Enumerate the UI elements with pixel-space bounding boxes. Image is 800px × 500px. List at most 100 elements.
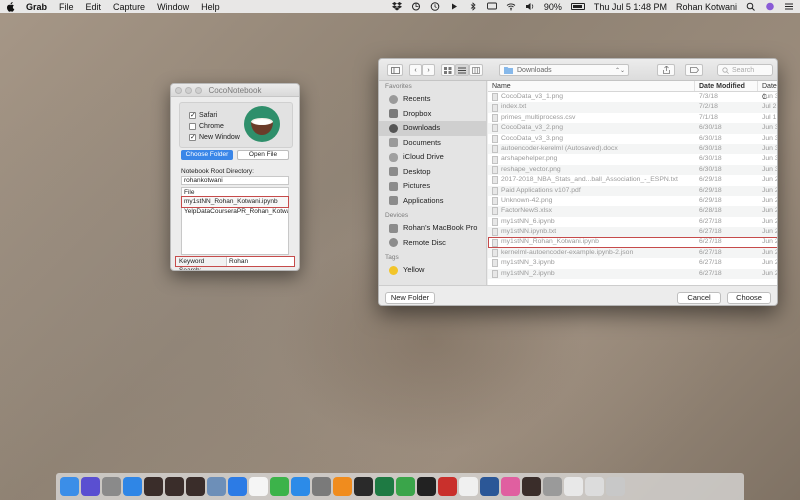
list-item[interactable]: my1stNN_Rohan_Kotwani.ipynb bbox=[181, 196, 289, 208]
menu-window[interactable]: Window bbox=[157, 2, 189, 12]
chrome-checkbox[interactable]: Chrome bbox=[189, 123, 224, 130]
list-view-icon[interactable] bbox=[455, 64, 469, 76]
dock-launchpad-icon[interactable] bbox=[102, 477, 121, 496]
new-window-checkbox[interactable]: ✓ New Window bbox=[189, 134, 240, 141]
choose-button[interactable]: Choose bbox=[727, 292, 771, 304]
keyword-search-input[interactable]: Rohan bbox=[226, 257, 294, 266]
table-row[interactable]: Unknown-42.png 6/29/18 Jun 29 bbox=[488, 196, 777, 206]
dock-activity-monitor-icon[interactable] bbox=[417, 477, 436, 496]
cancel-button[interactable]: Cancel bbox=[677, 292, 721, 304]
dock-siri-icon[interactable] bbox=[81, 477, 100, 496]
table-row[interactable]: CocoData_v3_1.png 7/3/18 Jun 30 bbox=[488, 92, 777, 102]
dock-acrobat-icon[interactable] bbox=[438, 477, 457, 496]
icon-view-icon[interactable] bbox=[441, 64, 455, 76]
dock-anaconda-icon[interactable] bbox=[396, 477, 415, 496]
sidebar-item-pictures[interactable]: Pictures bbox=[379, 179, 486, 194]
play-icon[interactable] bbox=[449, 2, 459, 11]
dock-messages-icon[interactable] bbox=[228, 477, 247, 496]
dropbox-status-icon[interactable] bbox=[391, 2, 402, 11]
clock[interactable]: Thu Jul 5 1:48 PM bbox=[594, 2, 667, 12]
dock-finder-icon[interactable] bbox=[60, 477, 79, 496]
dock-documents-icon[interactable] bbox=[564, 477, 583, 496]
wifi-icon[interactable] bbox=[506, 2, 516, 11]
sidebar-item-icloud[interactable]: iCloud Drive bbox=[379, 150, 486, 165]
table-row[interactable]: 2017-2018_NBA_Stats_and...ball_Associati… bbox=[488, 175, 777, 185]
new-folder-button[interactable]: New Folder bbox=[385, 292, 435, 304]
menu-app-name[interactable]: Grab bbox=[26, 2, 47, 12]
dock-grab-icon[interactable] bbox=[543, 477, 562, 496]
dock-facetime-icon[interactable] bbox=[270, 477, 289, 496]
minimize-window-button[interactable] bbox=[185, 87, 192, 94]
battery-icon[interactable] bbox=[570, 3, 585, 10]
search-field[interactable]: Search bbox=[717, 64, 773, 76]
date-modified-column-header[interactable]: Date Modified bbox=[695, 81, 758, 91]
table-row[interactable]: primes_multiprocess.csv 7/1/18 Jul 1, bbox=[488, 113, 777, 123]
sidebar-toggle-button[interactable] bbox=[387, 64, 403, 76]
dock-word-icon[interactable] bbox=[480, 477, 499, 496]
table-row[interactable]: arshapehelper.png 6/30/18 Jun 30 bbox=[488, 154, 777, 164]
menu-help[interactable]: Help bbox=[201, 2, 220, 12]
root-directory-field[interactable]: rohankotwani bbox=[181, 176, 289, 185]
display-mirror-icon[interactable] bbox=[486, 2, 497, 11]
notification-center-icon[interactable] bbox=[784, 2, 794, 11]
dock-mail-icon[interactable] bbox=[585, 477, 604, 496]
dock-preview-icon[interactable] bbox=[207, 477, 226, 496]
name-column-header[interactable]: Name bbox=[488, 81, 695, 91]
list-item[interactable]: YelpDataCourseraPR_Rohan_Kotwani.ipynb bbox=[182, 207, 288, 217]
table-row[interactable]: reshape_vector.png 6/30/18 Jun 30 bbox=[488, 164, 777, 176]
table-row[interactable]: index.txt 7/2/18 Jul 2, bbox=[488, 102, 777, 113]
table-row[interactable]: my1stNN_3.ipynb 6/27/18 Jun 27 bbox=[488, 258, 777, 268]
table-row[interactable]: kernelml-autoencoder-example.ipynb-2.jso… bbox=[488, 247, 777, 259]
table-row[interactable]: CocoData_v3_3.png 6/30/18 Jun 30 bbox=[488, 134, 777, 144]
sidebar-item-remote-disc[interactable]: Remote Disc bbox=[379, 236, 486, 251]
zoom-window-button[interactable] bbox=[195, 87, 202, 94]
table-row[interactable]: my1stNN_2.ipynb 6/27/18 Jun 27 bbox=[488, 268, 777, 280]
menu-capture[interactable]: Capture bbox=[113, 2, 145, 12]
volume-icon[interactable] bbox=[525, 2, 535, 11]
search-icon[interactable] bbox=[746, 2, 756, 11]
table-row[interactable]: FactorNewS.xlsx 6/28/18 Jun 28 bbox=[488, 206, 777, 217]
sidebar-item-documents[interactable]: Documents bbox=[379, 136, 486, 151]
dock-vlc-icon[interactable] bbox=[333, 477, 352, 496]
notebook-file-list[interactable]: File my1stNN_Rohan_Kotwani.ipynb YelpDat… bbox=[181, 187, 289, 255]
dock-excel-icon[interactable] bbox=[375, 477, 394, 496]
battery-percent[interactable]: 90% bbox=[544, 2, 562, 12]
sidebar-item-macbook[interactable]: Rohan's MacBook Pro bbox=[379, 221, 486, 236]
close-window-button[interactable] bbox=[175, 87, 182, 94]
dock-terminal-icon[interactable] bbox=[354, 477, 373, 496]
date-created-column-header[interactable]: Date C bbox=[758, 81, 777, 101]
dock-coconotebook-icon[interactable] bbox=[165, 477, 184, 496]
share-icon[interactable] bbox=[657, 64, 675, 76]
dock-trash-icon[interactable] bbox=[606, 477, 625, 496]
dock-system-preferences-icon[interactable] bbox=[312, 477, 331, 496]
dock-itunes-icon[interactable] bbox=[501, 477, 520, 496]
table-row[interactable]: CocoData_v3_2.png 6/30/18 Jun 30 bbox=[488, 123, 777, 134]
forward-button[interactable]: › bbox=[422, 64, 435, 76]
file-column-header[interactable]: File bbox=[182, 188, 288, 197]
sidebar-item-downloads[interactable]: Downloads bbox=[379, 121, 486, 136]
sidebar-item-desktop[interactable]: Desktop bbox=[379, 165, 486, 180]
menu-edit[interactable]: Edit bbox=[86, 2, 102, 12]
apple-icon[interactable] bbox=[6, 1, 16, 12]
dock-safari-icon[interactable] bbox=[123, 477, 142, 496]
table-row[interactable]: my1stNN_Rohan_Kotwani.ipynb 6/27/18 Jun 27 bbox=[488, 237, 777, 248]
time-machine-icon[interactable] bbox=[430, 2, 440, 11]
table-row[interactable]: my1stNN_6.ipynb 6/27/18 Jun 27 bbox=[488, 217, 777, 227]
sidebar-item-recents[interactable]: Recents bbox=[379, 92, 486, 107]
user-name[interactable]: Rohan Kotwani bbox=[676, 2, 737, 12]
location-popup[interactable]: Downloads ⌃⌄ bbox=[499, 64, 629, 76]
safari-checkbox[interactable]: ✓ Safari bbox=[189, 112, 217, 119]
siri-icon[interactable] bbox=[765, 2, 775, 11]
tag-icon[interactable] bbox=[685, 64, 703, 76]
coconotebook-titlebar[interactable]: CocoNotebook bbox=[171, 84, 299, 97]
dock-calendar-icon[interactable] bbox=[249, 477, 268, 496]
dock-coconotebook-icon[interactable] bbox=[186, 477, 205, 496]
table-row[interactable]: my1stNN.ipynb.txt 6/27/18 Jun 27 bbox=[488, 227, 777, 238]
back-button[interactable]: ‹ bbox=[409, 64, 422, 76]
table-row[interactable]: Paid Applications v107.pdf 6/29/18 Jun 29 bbox=[488, 185, 777, 196]
dock-coconotebook-icon[interactable] bbox=[522, 477, 541, 496]
dock-coconotebook-icon[interactable] bbox=[144, 477, 163, 496]
dock-appstore-icon[interactable] bbox=[291, 477, 310, 496]
choose-folder-button[interactable]: Choose Folder bbox=[181, 150, 233, 160]
sidebar-item-tag-yellow[interactable]: Yellow bbox=[379, 263, 486, 278]
